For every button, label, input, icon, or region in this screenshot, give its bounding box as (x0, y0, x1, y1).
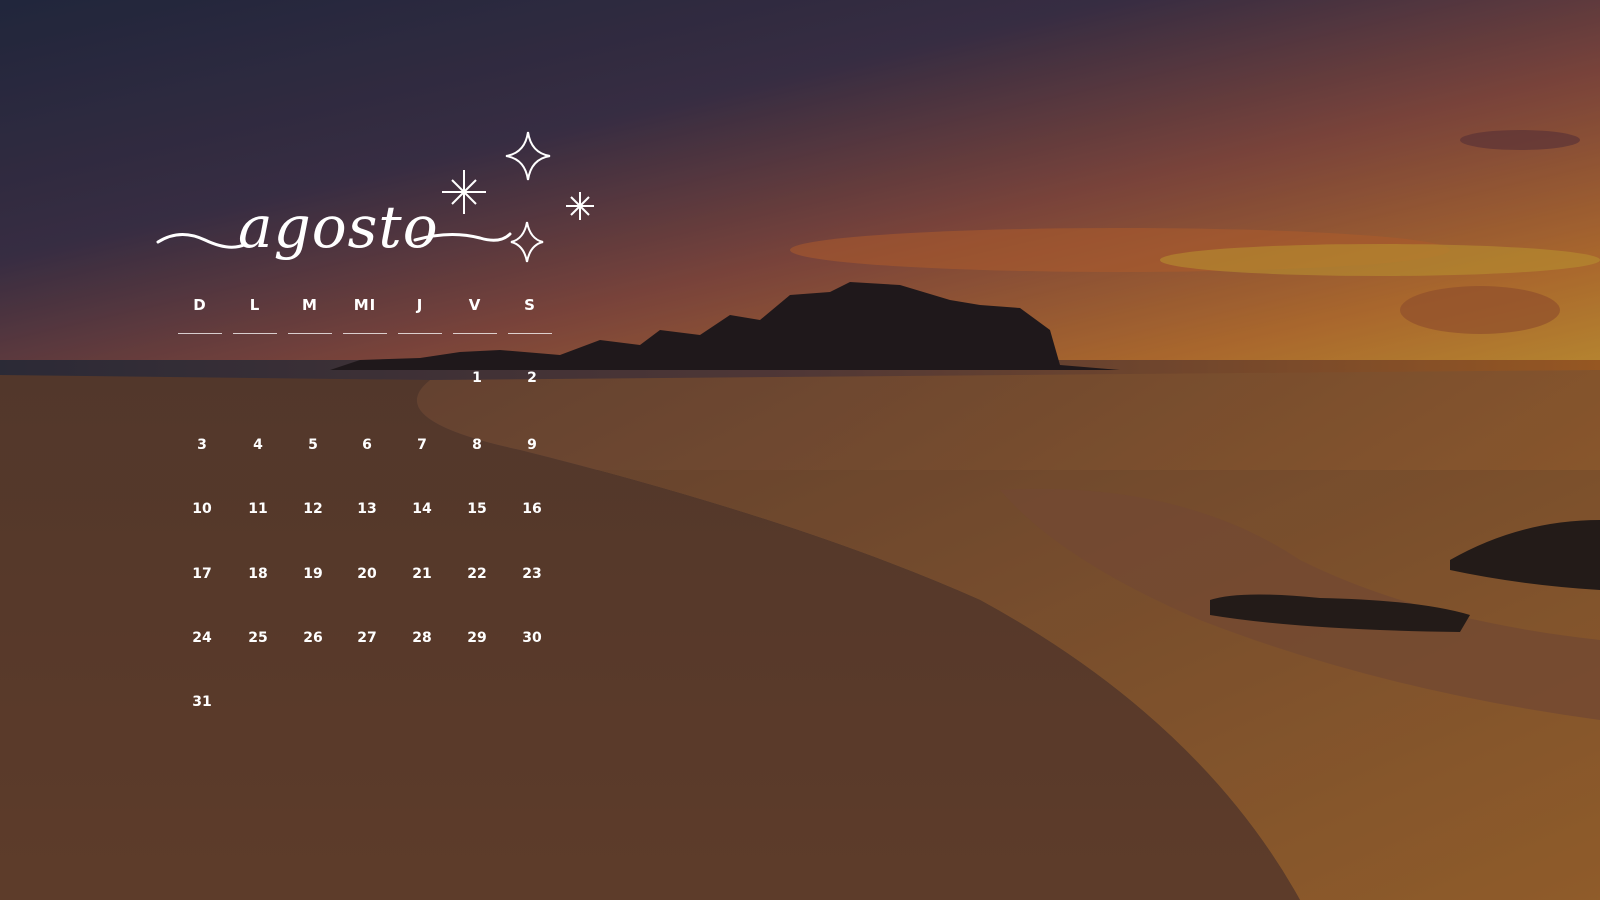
calendar-day: 11 (248, 501, 268, 517)
weekday-header: MI (353, 296, 377, 314)
weekday-underline (233, 333, 277, 334)
calendar-day: 5 (308, 437, 318, 453)
calendar-day: 27 (357, 630, 377, 646)
calendar-day: 17 (192, 566, 212, 582)
calendar-day: 24 (192, 630, 212, 646)
weekday-header: V (468, 296, 482, 314)
weekday-underline (398, 333, 442, 334)
weekday-header: J (416, 296, 424, 314)
calendar-day: 7 (417, 437, 427, 453)
calendar-day: 13 (357, 501, 377, 517)
sparkle-icon (510, 221, 544, 263)
calendar-day: 26 (303, 630, 323, 646)
calendar-day: 9 (527, 437, 537, 453)
calendar-day: 1 (472, 370, 482, 386)
calendar-day: 23 (522, 566, 542, 582)
weekday-header: S (524, 296, 536, 314)
sparkle-icon (566, 192, 594, 220)
calendar-day: 25 (248, 630, 268, 646)
calendar-day: 16 (522, 501, 542, 517)
weekday-underline (343, 333, 387, 334)
calendar-day: 12 (303, 501, 323, 517)
calendar-day: 29 (467, 630, 487, 646)
weekday-underline (288, 333, 332, 334)
calendar-day: 4 (253, 437, 263, 453)
calendar: agosto D L M MI J V S 1 2 3 4 5 6 7 8 9 … (0, 0, 1600, 900)
calendar-day: 30 (522, 630, 542, 646)
weekday-underline (178, 333, 222, 334)
calendar-day: 28 (412, 630, 432, 646)
calendar-day: 10 (192, 501, 212, 517)
sparkle-icon (505, 131, 551, 181)
month-title: agosto (238, 193, 439, 261)
calendar-day: 15 (467, 501, 487, 517)
weekday-header: M (302, 296, 318, 314)
weekday-underline (508, 333, 552, 334)
calendar-day: 19 (303, 566, 323, 582)
calendar-day: 6 (362, 437, 372, 453)
calendar-day: 22 (467, 566, 487, 582)
weekday-header: L (249, 296, 261, 314)
calendar-day: 8 (472, 437, 482, 453)
calendar-day: 20 (357, 566, 377, 582)
calendar-day: 31 (192, 694, 212, 710)
calendar-day: 18 (248, 566, 268, 582)
calendar-day: 3 (197, 437, 207, 453)
calendar-day: 14 (412, 501, 432, 517)
weekday-header: D (193, 296, 207, 314)
calendar-day: 2 (527, 370, 537, 386)
calendar-day: 21 (412, 566, 432, 582)
weekday-underline (453, 333, 497, 334)
sparkle-icon (442, 170, 486, 214)
